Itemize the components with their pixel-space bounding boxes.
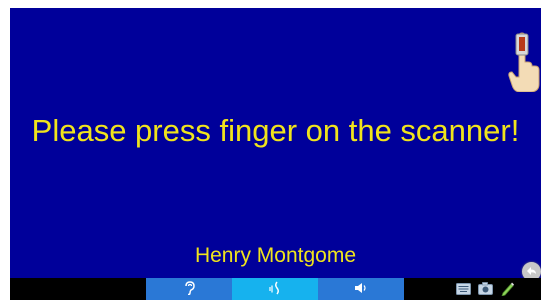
camera-button[interactable] — [478, 281, 493, 296]
tab-volume[interactable] — [318, 278, 404, 300]
keyboard-icon — [456, 283, 471, 295]
finger-scanner-hand-icon — [506, 32, 541, 93]
user-name: Henry Montgome — [194, 244, 357, 267]
speaker-icon — [355, 283, 366, 293]
pen-button[interactable] — [500, 281, 515, 297]
vibrate-icon — [269, 281, 279, 295]
tab-hearing[interactable] — [146, 278, 232, 300]
bottom-toolbar — [10, 278, 541, 300]
pen-icon — [501, 282, 514, 297]
keyboard-button[interactable] — [456, 281, 471, 296]
scan-prompt: Please press finger on the scanner! — [31, 113, 520, 148]
tab-vibrate[interactable] — [232, 278, 318, 300]
scanner-screen: Please press finger on the scanner! Henr… — [10, 8, 541, 278]
camera-icon — [478, 282, 493, 295]
ear-icon — [185, 281, 195, 295]
